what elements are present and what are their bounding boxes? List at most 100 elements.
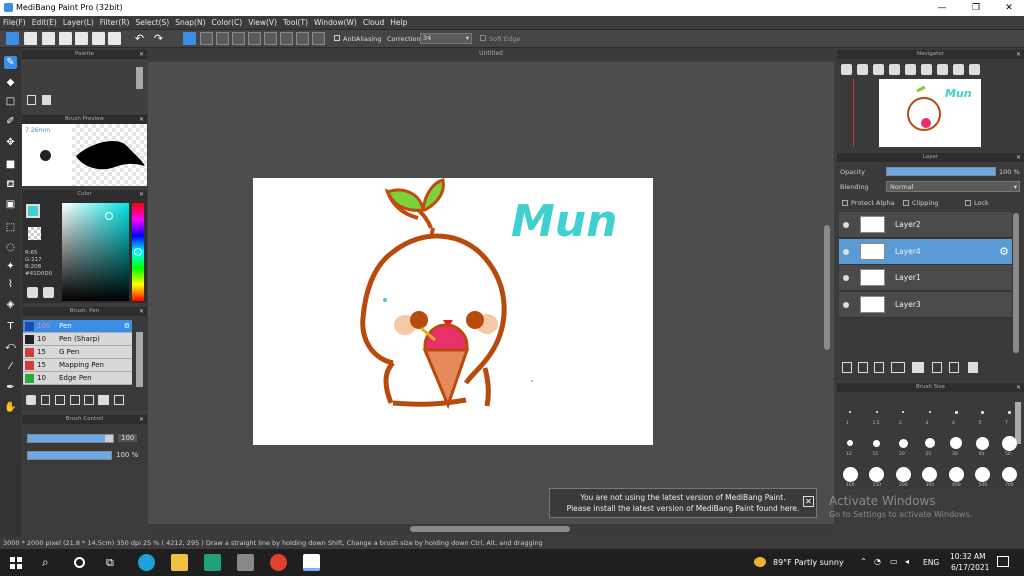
weather-text[interactable]: 89°F Partly sunny: [773, 558, 844, 567]
tray-chevron-up-icon[interactable]: ⌃: [860, 557, 867, 566]
eye-icon[interactable]: [843, 222, 849, 228]
flip-icon[interactable]: [969, 64, 980, 75]
brush-item-pen[interactable]: 100 Pen ⚙: [23, 320, 132, 333]
snap-off-icon[interactable]: [183, 32, 196, 45]
brush-size-option[interactable]: [875, 411, 878, 413]
speaker-icon[interactable]: ◂: [905, 557, 909, 566]
brush-duplicate-icon[interactable]: [114, 395, 124, 405]
cortana-icon[interactable]: [74, 557, 85, 568]
list-icon[interactable]: [92, 32, 105, 45]
eye-icon[interactable]: [843, 275, 849, 281]
menu-file[interactable]: File(F): [0, 16, 29, 29]
lock-checkbox[interactable]: [965, 200, 971, 206]
navigator-preview[interactable]: Mun: [879, 79, 981, 147]
add-layer-menu-icon[interactable]: [891, 362, 905, 373]
edge-browser-icon[interactable]: [138, 554, 155, 571]
dot-tool-icon[interactable]: □: [4, 95, 17, 108]
layer-row-layer3[interactable]: Layer3: [839, 292, 1012, 318]
snap-parallel-icon[interactable]: [200, 32, 213, 45]
close-icon[interactable]: ✕: [139, 50, 144, 59]
snap-radial-icon[interactable]: [248, 32, 261, 45]
close-icon[interactable]: ✕: [1016, 153, 1021, 162]
drawing-paper[interactable]: Mun: [253, 178, 653, 445]
brush-item-mapping-pen[interactable]: 15 Mapping Pen: [23, 359, 132, 372]
clock-date[interactable]: 6/17/2021: [951, 563, 989, 572]
brush-size-option[interactable]: [895, 466, 911, 482]
brush-tool-icon[interactable]: ✎: [4, 56, 17, 69]
layer-folder-icon[interactable]: [912, 362, 924, 373]
snap-circle-icon[interactable]: [264, 32, 277, 45]
menu-tool[interactable]: Tool(T): [280, 16, 311, 29]
brush-size-option[interactable]: [1001, 435, 1017, 451]
new-halftone-layer-icon[interactable]: [858, 362, 868, 373]
brush-size-option[interactable]: [873, 439, 880, 447]
actual-size-icon[interactable]: [905, 64, 916, 75]
snap-grid-icon[interactable]: [232, 32, 245, 45]
layer-opacity-slider[interactable]: [886, 167, 996, 176]
medibang-taskbar-icon[interactable]: [303, 554, 320, 571]
cloud-icon[interactable]: [6, 32, 19, 45]
brush-size-option[interactable]: [928, 411, 931, 413]
color-picker-cursor[interactable]: [105, 212, 113, 220]
brush-size-option[interactable]: [847, 440, 853, 446]
gear-icon[interactable]: ⚙: [124, 320, 130, 333]
protect-alpha-checkbox[interactable]: [842, 200, 848, 206]
canvas-vscroll[interactable]: [824, 225, 830, 350]
brush-size-option[interactable]: [981, 410, 984, 414]
canvas-hscroll[interactable]: [148, 524, 834, 534]
brush-size-option[interactable]: [948, 466, 964, 482]
layer-row-layer1[interactable]: Layer1: [839, 265, 1012, 291]
brush-size-option[interactable]: [922, 466, 937, 482]
add-brush-icon[interactable]: [26, 395, 36, 405]
brush-size-option[interactable]: [975, 466, 990, 482]
background-color-swatch[interactable]: [28, 227, 41, 240]
layer-scrollbar[interactable]: [1013, 213, 1019, 353]
redo-icon[interactable]: ↷: [152, 32, 165, 45]
layer-row-layer2[interactable]: Layer2: [839, 212, 1012, 238]
doc-icon[interactable]: [59, 32, 72, 45]
gradient-tool-icon[interactable]: ▣: [4, 198, 17, 211]
minimize-button[interactable]: —: [936, 2, 948, 14]
palette-scrollbar[interactable]: [136, 67, 143, 89]
divide-tool-icon[interactable]: ⁄: [4, 360, 17, 373]
store-icon[interactable]: [237, 554, 254, 571]
lasso-tool-icon[interactable]: ◌: [4, 241, 17, 254]
rotate-alt-icon[interactable]: [953, 64, 964, 75]
menu-window[interactable]: Window(W): [311, 16, 360, 29]
color-eyedropper-icon[interactable]: [27, 287, 38, 298]
delete-layer-icon[interactable]: [968, 362, 978, 373]
brush-opacity-slider[interactable]: [27, 451, 112, 460]
weather-icon[interactable]: [754, 557, 766, 567]
menu-snap[interactable]: Snap(N): [172, 16, 208, 29]
snap-ellipse-icon[interactable]: [296, 32, 309, 45]
menu-view[interactable]: View(V): [245, 16, 280, 29]
chrome-icon[interactable]: [270, 554, 287, 571]
brush-edit-icon[interactable]: [84, 395, 94, 405]
brush-size-slider[interactable]: [27, 434, 114, 443]
soft-edge-checkbox[interactable]: [480, 35, 486, 41]
hue-slider-cursor[interactable]: [134, 248, 142, 256]
new-8bit-layer-icon[interactable]: [874, 362, 884, 373]
eyedropper-icon[interactable]: ✒: [4, 381, 17, 394]
menu-select[interactable]: Select(S): [132, 16, 172, 29]
close-icon[interactable]: ✕: [139, 190, 144, 199]
layer-row-layer4[interactable]: Layer4 ⚙: [839, 239, 1012, 265]
snap-3d-icon[interactable]: [312, 32, 325, 45]
eye-icon[interactable]: [843, 249, 849, 255]
close-icon[interactable]: ✕: [1016, 50, 1021, 59]
brush-item-pen-sharp[interactable]: 10 Pen (Sharp): [23, 333, 132, 346]
close-button[interactable]: ✕: [1003, 2, 1015, 14]
brush-size-option[interactable]: [849, 411, 851, 413]
select-eraser-icon[interactable]: ◈: [4, 298, 17, 311]
menu-help[interactable]: Help: [387, 16, 410, 29]
maximize-button[interactable]: ❐: [970, 2, 982, 14]
brush-import-icon[interactable]: [70, 395, 80, 405]
document-tab[interactable]: Untitled: [148, 48, 834, 60]
foreground-color-swatch[interactable]: [26, 204, 40, 218]
saturation-value-picker[interactable]: [62, 203, 129, 301]
close-icon[interactable]: ✕: [139, 307, 144, 316]
brush-copy-icon[interactable]: [55, 395, 65, 405]
text-app-icon[interactable]: [204, 554, 221, 571]
rotate-icon[interactable]: [937, 64, 948, 75]
fullscreen-icon[interactable]: [921, 64, 932, 75]
